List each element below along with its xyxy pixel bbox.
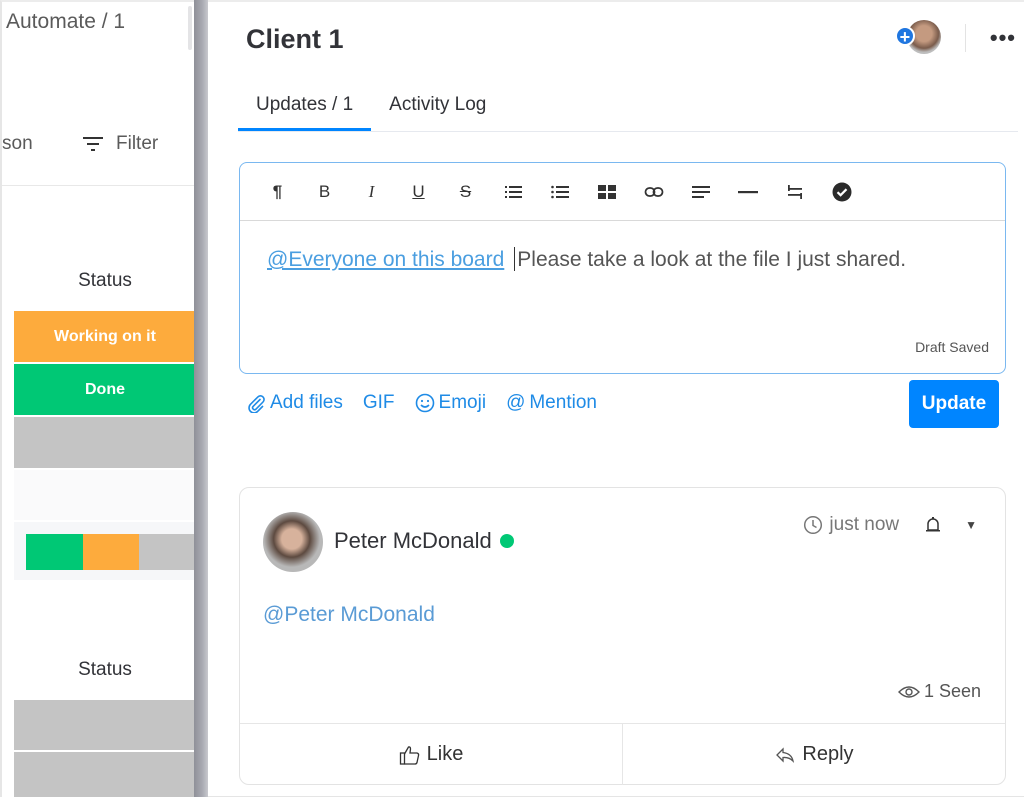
composer-actions: Add files GIF Emoji @ Mention (246, 392, 597, 414)
divider (2, 185, 194, 186)
item-title[interactable]: Client 1 (246, 24, 344, 55)
board-tab-automate[interactable]: Automate / 1 (6, 10, 125, 34)
person-filter-button[interactable]: son (2, 133, 33, 155)
group-footer (14, 470, 194, 520)
editor-toolbar: ¶ B I U S (240, 163, 1005, 221)
text-caret (514, 247, 516, 271)
seen-counter[interactable]: 1 Seen (897, 681, 981, 702)
text-direction-icon (787, 184, 802, 199)
draft-status: Draft Saved (915, 339, 989, 355)
update-post: Peter McDonald just now ▼ @Peter McDonal… (239, 487, 1006, 785)
online-status-dot (499, 534, 514, 548)
divider (964, 24, 966, 52)
align-left-icon (691, 185, 710, 198)
paragraph-button[interactable]: ¶ (254, 177, 301, 207)
link-icon (644, 186, 663, 197)
smiley-icon (415, 393, 434, 413)
gif-button[interactable]: GIF (363, 392, 395, 414)
post-author: Peter McDonald (334, 528, 514, 554)
post-options-caret-icon[interactable]: ▼ (965, 518, 977, 532)
panel-header-actions: + ••• (894, 20, 1016, 56)
align-button[interactable] (677, 177, 724, 207)
clock-icon (804, 515, 823, 535)
horizontal-rule-icon (737, 190, 758, 193)
text-direction-button[interactable] (771, 177, 818, 207)
editor-text-area[interactable]: @Everyone on this board Please take a loo… (240, 221, 1005, 371)
bell-icon[interactable] (923, 515, 943, 535)
reply-icon (776, 746, 795, 763)
update-button[interactable]: Update (909, 380, 999, 428)
update-editor[interactable]: ¶ B I U S @Everyone on this board Please… (239, 162, 1006, 374)
at-icon: @ (506, 392, 526, 413)
divider-button[interactable] (724, 177, 771, 207)
author-avatar[interactable] (263, 512, 323, 572)
post-body[interactable]: @Peter McDonald (263, 603, 435, 627)
underline-button[interactable]: U (395, 177, 442, 207)
summary-segment-working-on-it (82, 534, 140, 570)
summary-segment-empty (139, 534, 194, 570)
bold-button[interactable]: B (301, 177, 348, 207)
filter-label: Filter (116, 133, 159, 154)
numbered-list-button[interactable] (489, 177, 536, 207)
status-cell-empty-2[interactable] (14, 700, 194, 750)
thumbs-up-icon (399, 745, 419, 765)
tab-activity-log[interactable]: Activity Log (371, 90, 504, 131)
bulleted-list-button[interactable] (536, 177, 583, 207)
paperclip-icon (248, 395, 265, 413)
mention-button[interactable]: @ Mention (506, 392, 597, 414)
panel-shadow-divider (194, 0, 208, 797)
filter-icon (83, 137, 103, 151)
check-circle-icon (832, 182, 851, 201)
panel-tabs: Updates / 1 Activity Log (238, 90, 1018, 132)
summary-segment-done (26, 534, 83, 570)
italic-button[interactable]: I (348, 177, 395, 207)
status-cell-empty[interactable] (14, 417, 194, 468)
status-summary-bar[interactable] (26, 534, 194, 570)
mention-everyone-link[interactable]: @Everyone on this board (267, 248, 504, 271)
board-background: Automate / 1 son Filter Status Working o… (0, 0, 194, 797)
underline-icon: U (412, 181, 425, 201)
like-button[interactable]: Like (240, 724, 622, 785)
status-cell-working[interactable]: Working on it (14, 311, 194, 362)
eye-icon (897, 685, 920, 698)
update-panel: Client 1 + ••• Updates / 1 Activity Log … (208, 0, 1024, 797)
bulleted-list-icon (550, 185, 569, 198)
bold-icon: B (318, 181, 331, 201)
post-meta: just now ▼ (803, 514, 977, 536)
link-button[interactable] (630, 177, 677, 207)
post-timestamp: just now (829, 514, 900, 535)
status-column-header-2: Status (78, 659, 132, 680)
emoji-button[interactable]: Emoji (415, 392, 486, 414)
board-scrollbar[interactable] (188, 6, 192, 50)
plus-icon: + (894, 26, 915, 47)
more-options-button[interactable]: ••• (990, 27, 1016, 49)
reply-button[interactable]: Reply (622, 724, 1005, 785)
checklist-button[interactable] (818, 177, 865, 207)
italic-icon: I (368, 181, 375, 201)
filter-button[interactable]: Filter (82, 133, 158, 155)
status-column-header: Status (78, 270, 132, 291)
author-name[interactable]: Peter McDonald (334, 528, 492, 554)
strikethrough-icon: S (459, 181, 472, 201)
strikethrough-button[interactable]: S (442, 177, 489, 207)
status-cell-done[interactable]: Done (14, 364, 194, 415)
editor-text: Please take a look at the file I just sh… (517, 248, 907, 271)
status-cell-empty-3[interactable] (14, 752, 194, 797)
numbered-list-icon (504, 185, 522, 198)
table-button[interactable] (583, 177, 630, 207)
post-footer: Like Reply (240, 723, 1005, 785)
add-files-button[interactable]: Add files (246, 392, 343, 414)
tab-updates[interactable]: Updates / 1 (238, 90, 372, 131)
status-summary-row (14, 522, 194, 580)
table-icon (597, 184, 616, 199)
subscribers-button[interactable]: + (894, 20, 941, 56)
paragraph-icon: ¶ (272, 181, 283, 201)
